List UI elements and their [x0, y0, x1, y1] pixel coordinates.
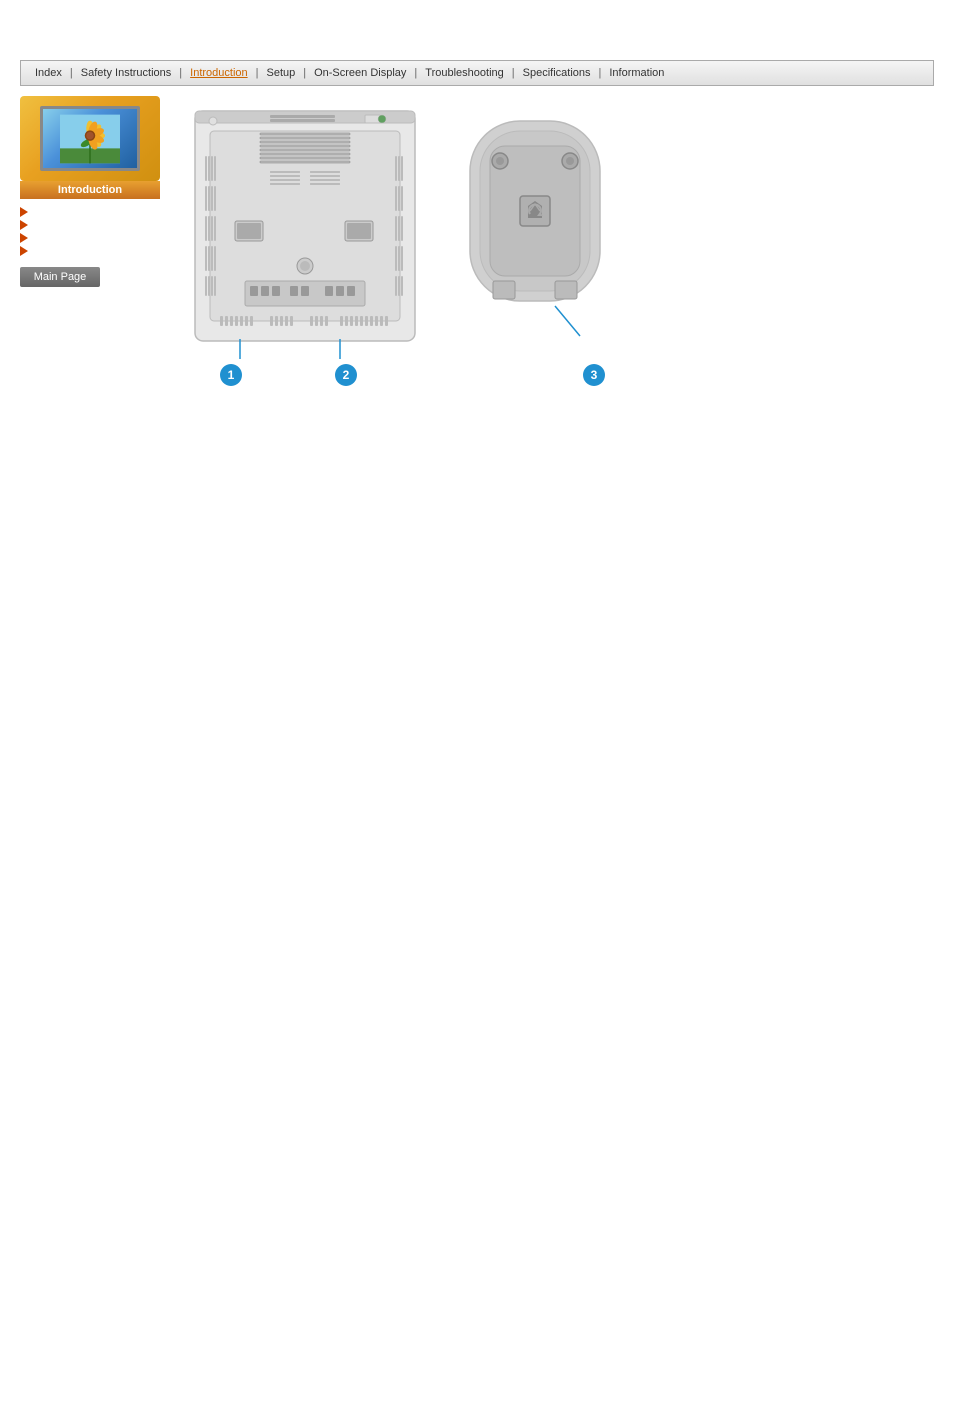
main-page-button[interactable]: Main Page: [20, 267, 100, 287]
sidebar-item-4[interactable]: [20, 246, 175, 256]
nav-sep-2: |: [177, 67, 184, 79]
monitor-back-svg: [175, 101, 435, 381]
monitor-back-diagram: 1 2: [175, 101, 435, 391]
flower-image: [60, 114, 120, 164]
sidebar-item-3[interactable]: [20, 233, 175, 243]
nav-sep-3: |: [254, 67, 261, 79]
intro-label: Introduction: [20, 181, 160, 199]
arrow-icon-4: [20, 246, 28, 256]
sidebar-item-1[interactable]: [20, 207, 175, 217]
stand-svg: [455, 101, 615, 361]
nav-troubleshooting[interactable]: Troubleshooting: [419, 65, 509, 81]
nav-information[interactable]: Information: [603, 65, 670, 81]
callout-1: 1: [220, 364, 242, 386]
nav-setup[interactable]: Setup: [260, 65, 301, 81]
monitor-thumbnail: [20, 96, 160, 181]
nav-safety[interactable]: Safety Instructions: [75, 65, 178, 81]
nav-introduction[interactable]: Introduction: [184, 65, 253, 81]
arrow-icon-2: [20, 220, 28, 230]
arrow-icon-1: [20, 207, 28, 217]
main-layout: Introduction Main Page: [20, 96, 934, 391]
nav-specifications[interactable]: Specifications: [517, 65, 597, 81]
callout-3: 3: [583, 364, 605, 386]
nav-sep-4: |: [301, 67, 308, 79]
nav-sep-7: |: [597, 67, 604, 79]
nav-sep-1: |: [68, 67, 75, 79]
arrow-icon-3: [20, 233, 28, 243]
nav-index[interactable]: Index: [29, 65, 68, 81]
sidebar: Introduction Main Page: [20, 96, 175, 391]
nav-osd[interactable]: On-Screen Display: [308, 65, 412, 81]
nav-sep-5: |: [412, 67, 419, 79]
nav-sep-6: |: [510, 67, 517, 79]
content-area: 1 2: [175, 96, 934, 391]
stand-diagram: 3: [455, 101, 615, 391]
monitor-screen: [40, 106, 140, 171]
callout-2: 2: [335, 364, 357, 386]
sidebar-item-2[interactable]: [20, 220, 175, 230]
navigation-bar: Index | Safety Instructions | Introducti…: [20, 60, 934, 86]
